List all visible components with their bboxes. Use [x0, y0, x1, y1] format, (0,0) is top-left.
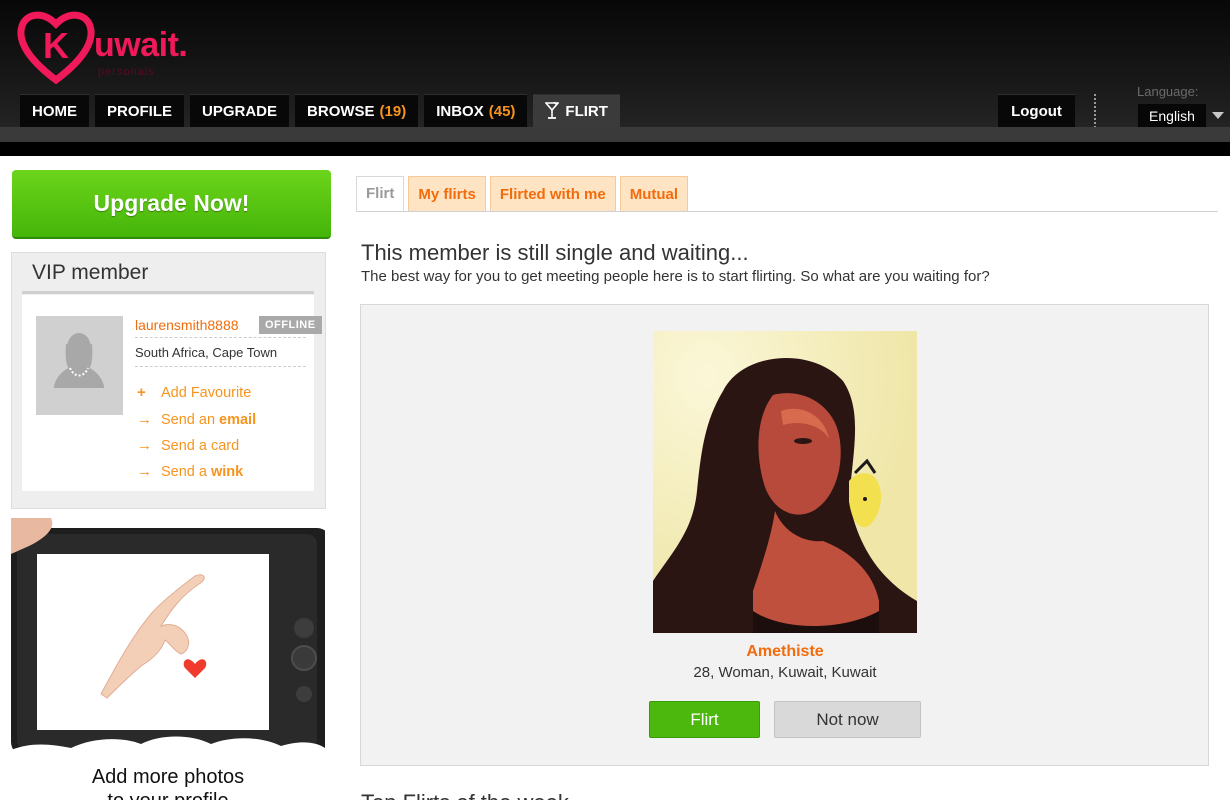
tab-my-flirts[interactable]: My flirts — [408, 176, 486, 211]
divider — [135, 366, 306, 367]
nav-tab-upgrade[interactable]: UPGRADE — [190, 94, 290, 127]
action-label: Send an — [161, 411, 216, 428]
send-email-link[interactable]: → Send an email — [137, 411, 256, 428]
tab-flirt[interactable]: Flirt — [356, 176, 405, 211]
upgrade-now-button[interactable]: Upgrade Now! — [12, 170, 331, 239]
nav-tab-label: PROFILE — [107, 102, 173, 120]
arrow-right-icon: → — [137, 463, 152, 480]
send-card-link[interactable]: → Send a card — [137, 437, 239, 454]
main-nav: HOME PROFILE UPGRADE BROWSE (19) INBOX (45… — [20, 94, 626, 127]
camera-illustration — [11, 518, 325, 768]
nav-tab-browse[interactable]: BROWSE (19) — [295, 94, 419, 127]
send-wink-link[interactable]: → Send a wink — [137, 463, 243, 480]
tab-mutual[interactable]: Mutual — [619, 176, 689, 211]
tab-flirted-with-me[interactable]: Flirted with me — [489, 176, 616, 211]
not-now-button[interactable]: Not now — [774, 701, 921, 738]
flirt-card: Amethiste 28, Woman, Kuwait, Kuwait Flir… — [360, 304, 1209, 766]
action-label: Send a card — [161, 437, 240, 454]
nav-tab-flirt[interactable]: FLIRT — [533, 94, 620, 127]
divider — [135, 337, 306, 338]
flirt-button[interactable]: Flirt — [649, 701, 760, 738]
action-label-bold: wink — [210, 463, 244, 480]
nav-tab-label: BROWSE — [307, 102, 375, 120]
arrow-right-icon: → — [137, 437, 152, 454]
language-select[interactable]: English — [1138, 104, 1206, 128]
logout-button[interactable]: Logout — [998, 94, 1075, 127]
divider — [356, 211, 1218, 212]
nav-tab-label: INBOX — [436, 102, 484, 120]
chevron-down-icon[interactable] — [1212, 112, 1224, 119]
nav-tab-home[interactable]: HOME — [20, 94, 89, 127]
divider — [1094, 94, 1096, 128]
svg-text:K: K — [43, 25, 69, 66]
app-root: K uwait. personals HOME PROFILE UPGRADE … — [0, 0, 1230, 800]
arrow-right-icon: → — [137, 411, 152, 428]
flirt-subtabs: Flirt My flirts Flirted with me Mutual — [356, 176, 692, 211]
logo-tagline: personals — [98, 66, 155, 78]
action-label: Add Favourite — [161, 384, 252, 401]
logo-wordmark: uwait. — [94, 26, 188, 64]
member-name-link[interactable]: Amethiste — [361, 643, 1209, 661]
action-label-bold: email — [219, 411, 257, 428]
member-photo[interactable] — [653, 331, 917, 633]
vip-title: VIP member — [32, 261, 149, 284]
nav-tab-label: FLIRT — [565, 102, 608, 120]
site-logo[interactable]: K uwait. personals — [16, 8, 216, 88]
plus-icon: + — [137, 384, 146, 401]
nav-tab-label: HOME — [32, 102, 77, 120]
vip-member-box: VIP member laurensmith8888 OFFLINE South… — [11, 252, 326, 509]
member-info: 28, Woman, Kuwait, Kuwait — [693, 664, 877, 681]
header: K uwait. personals HOME PROFILE UPGRADE … — [0, 0, 1230, 156]
nav-tab-profile[interactable]: PROFILE — [95, 94, 185, 127]
add-favourite-link[interactable]: + Add Favourite — [137, 384, 251, 401]
page-title: This member is still single and waiting.… — [361, 240, 749, 265]
nav-tab-label: UPGRADE — [202, 102, 278, 120]
action-label: Send a — [161, 463, 207, 480]
avatar[interactable] — [36, 316, 123, 415]
nav-tab-count: (19) — [379, 102, 407, 120]
nav-underbar — [0, 127, 1230, 142]
promo-caption: to your profile — [11, 790, 325, 800]
cocktail-glass-icon — [545, 102, 560, 119]
language-label: Language: — [1137, 84, 1199, 99]
header-bottom-bar — [0, 142, 1230, 156]
member-location: South Africa, Cape Town — [135, 345, 278, 360]
member-username-link[interactable]: laurensmith8888 — [135, 317, 239, 333]
nav-tab-inbox[interactable]: INBOX (45) — [424, 94, 528, 127]
status-badge: OFFLINE — [259, 316, 322, 334]
divider — [22, 291, 314, 294]
add-photos-promo[interactable] — [11, 518, 325, 768]
vip-member-card: laurensmith8888 OFFLINE South Africa, Ca… — [22, 295, 322, 491]
page-subtitle: The best way for you to get meeting peop… — [361, 268, 990, 285]
heart-logo-icon: K — [17, 11, 95, 84]
section-title: Top Flirts of the week — [361, 790, 569, 800]
promo-caption: Add more photos — [91, 766, 245, 788]
nav-tab-count: (45) — [488, 102, 516, 120]
